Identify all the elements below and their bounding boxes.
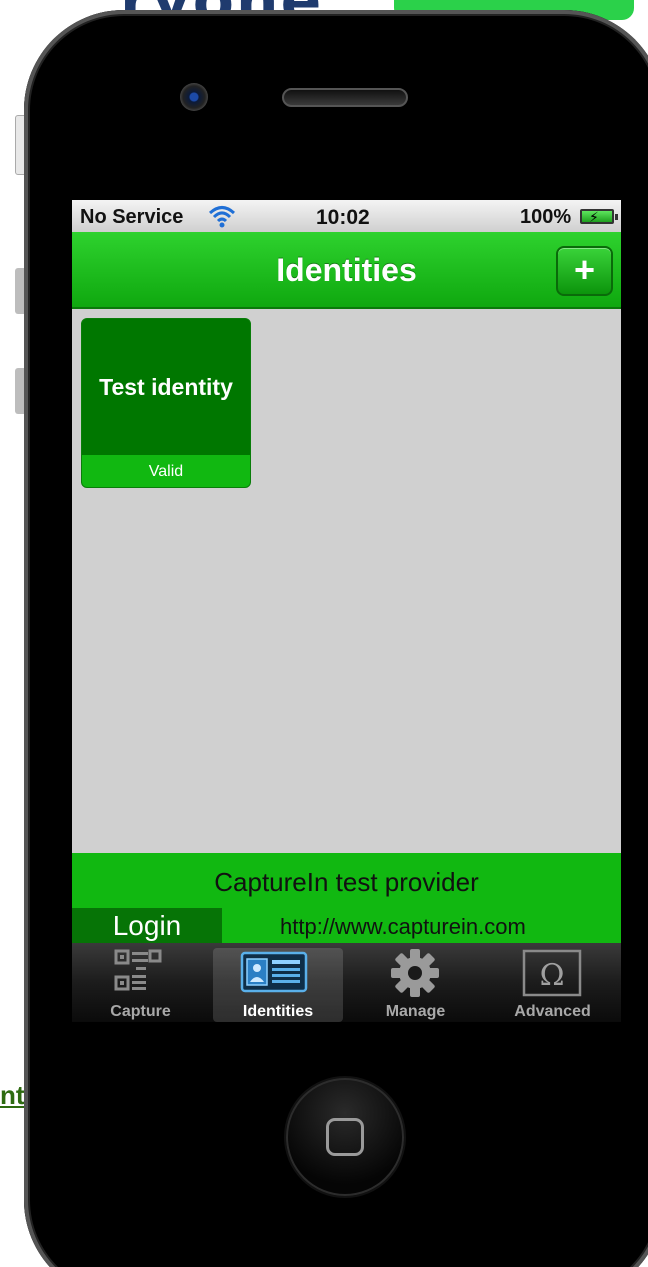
svg-text:Ω: Ω <box>540 958 565 993</box>
battery-icon: ⚡ <box>580 209 618 225</box>
tab-bar: Capture Identities Manage Ω Advanced <box>72 943 621 1022</box>
tab-label-identities: Identities <box>242 1003 314 1020</box>
tab-identities[interactable]: Identities <box>213 948 343 1022</box>
gear-icon <box>391 949 439 997</box>
navigation-bar: Identities + <box>72 232 621 309</box>
carrier-label: No Service <box>80 206 184 228</box>
omega-icon: Ω <box>522 949 582 997</box>
provider-url-link[interactable]: http://www.capturein.com <box>280 914 526 940</box>
tab-label-advanced: Advanced <box>514 1003 591 1020</box>
page-title: Identities <box>276 252 417 288</box>
background-link-fragment: nt <box>0 1080 25 1110</box>
add-identity-button[interactable]: + <box>556 246 613 296</box>
provider-panel: CaptureIn test provider Login http://www… <box>72 853 621 943</box>
tab-capture[interactable]: Capture <box>72 943 209 1022</box>
login-button[interactable]: Login <box>72 908 222 943</box>
tab-manage[interactable]: Manage <box>347 943 484 1022</box>
qr-code-icon <box>114 949 162 991</box>
identity-tile[interactable]: Test identity Valid <box>81 318 251 488</box>
battery-percentage: 100% <box>520 206 572 228</box>
provider-name: CaptureIn test provider <box>214 867 479 897</box>
front-camera-icon <box>180 83 208 111</box>
wifi-icon <box>208 206 236 228</box>
clock: 10:02 <box>316 206 370 229</box>
home-button[interactable] <box>286 1078 404 1196</box>
tab-label-manage: Manage <box>385 1003 446 1020</box>
status-bar: No Service 10:02 100% ⚡ <box>72 200 621 232</box>
tab-advanced[interactable]: Ω Advanced <box>484 943 621 1022</box>
phone-screen: No Service 10:02 100% ⚡ Identities + Tes… <box>72 200 621 1022</box>
tab-label-capture: Capture <box>110 1003 171 1020</box>
identity-status: Valid <box>82 455 250 487</box>
identity-name: Test identity <box>99 373 233 400</box>
earpiece-speaker <box>282 88 408 107</box>
id-card-icon <box>240 951 308 993</box>
home-square-icon <box>326 1118 364 1156</box>
